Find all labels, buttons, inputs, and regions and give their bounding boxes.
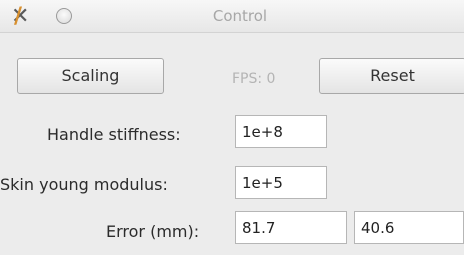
window-titlebar: ✕ / Control xyxy=(0,0,464,33)
handle-stiffness-label: Handle stiffness: xyxy=(47,125,181,144)
skin-young-modulus-label: Skin young modulus: xyxy=(0,175,168,194)
error-label: Error (mm): xyxy=(106,222,200,241)
minimize-icon[interactable] xyxy=(56,8,72,24)
handle-stiffness-input[interactable] xyxy=(235,115,327,148)
scaling-button[interactable]: Scaling xyxy=(17,58,164,94)
error-y-input[interactable] xyxy=(354,211,464,244)
window-title: Control xyxy=(212,7,268,25)
reset-button[interactable]: Reset xyxy=(319,58,464,94)
close-icon[interactable]: ✕ / xyxy=(11,5,29,29)
fps-label: FPS: 0 xyxy=(232,71,276,87)
skin-young-modulus-input[interactable] xyxy=(235,166,327,199)
error-x-input[interactable] xyxy=(235,211,347,244)
